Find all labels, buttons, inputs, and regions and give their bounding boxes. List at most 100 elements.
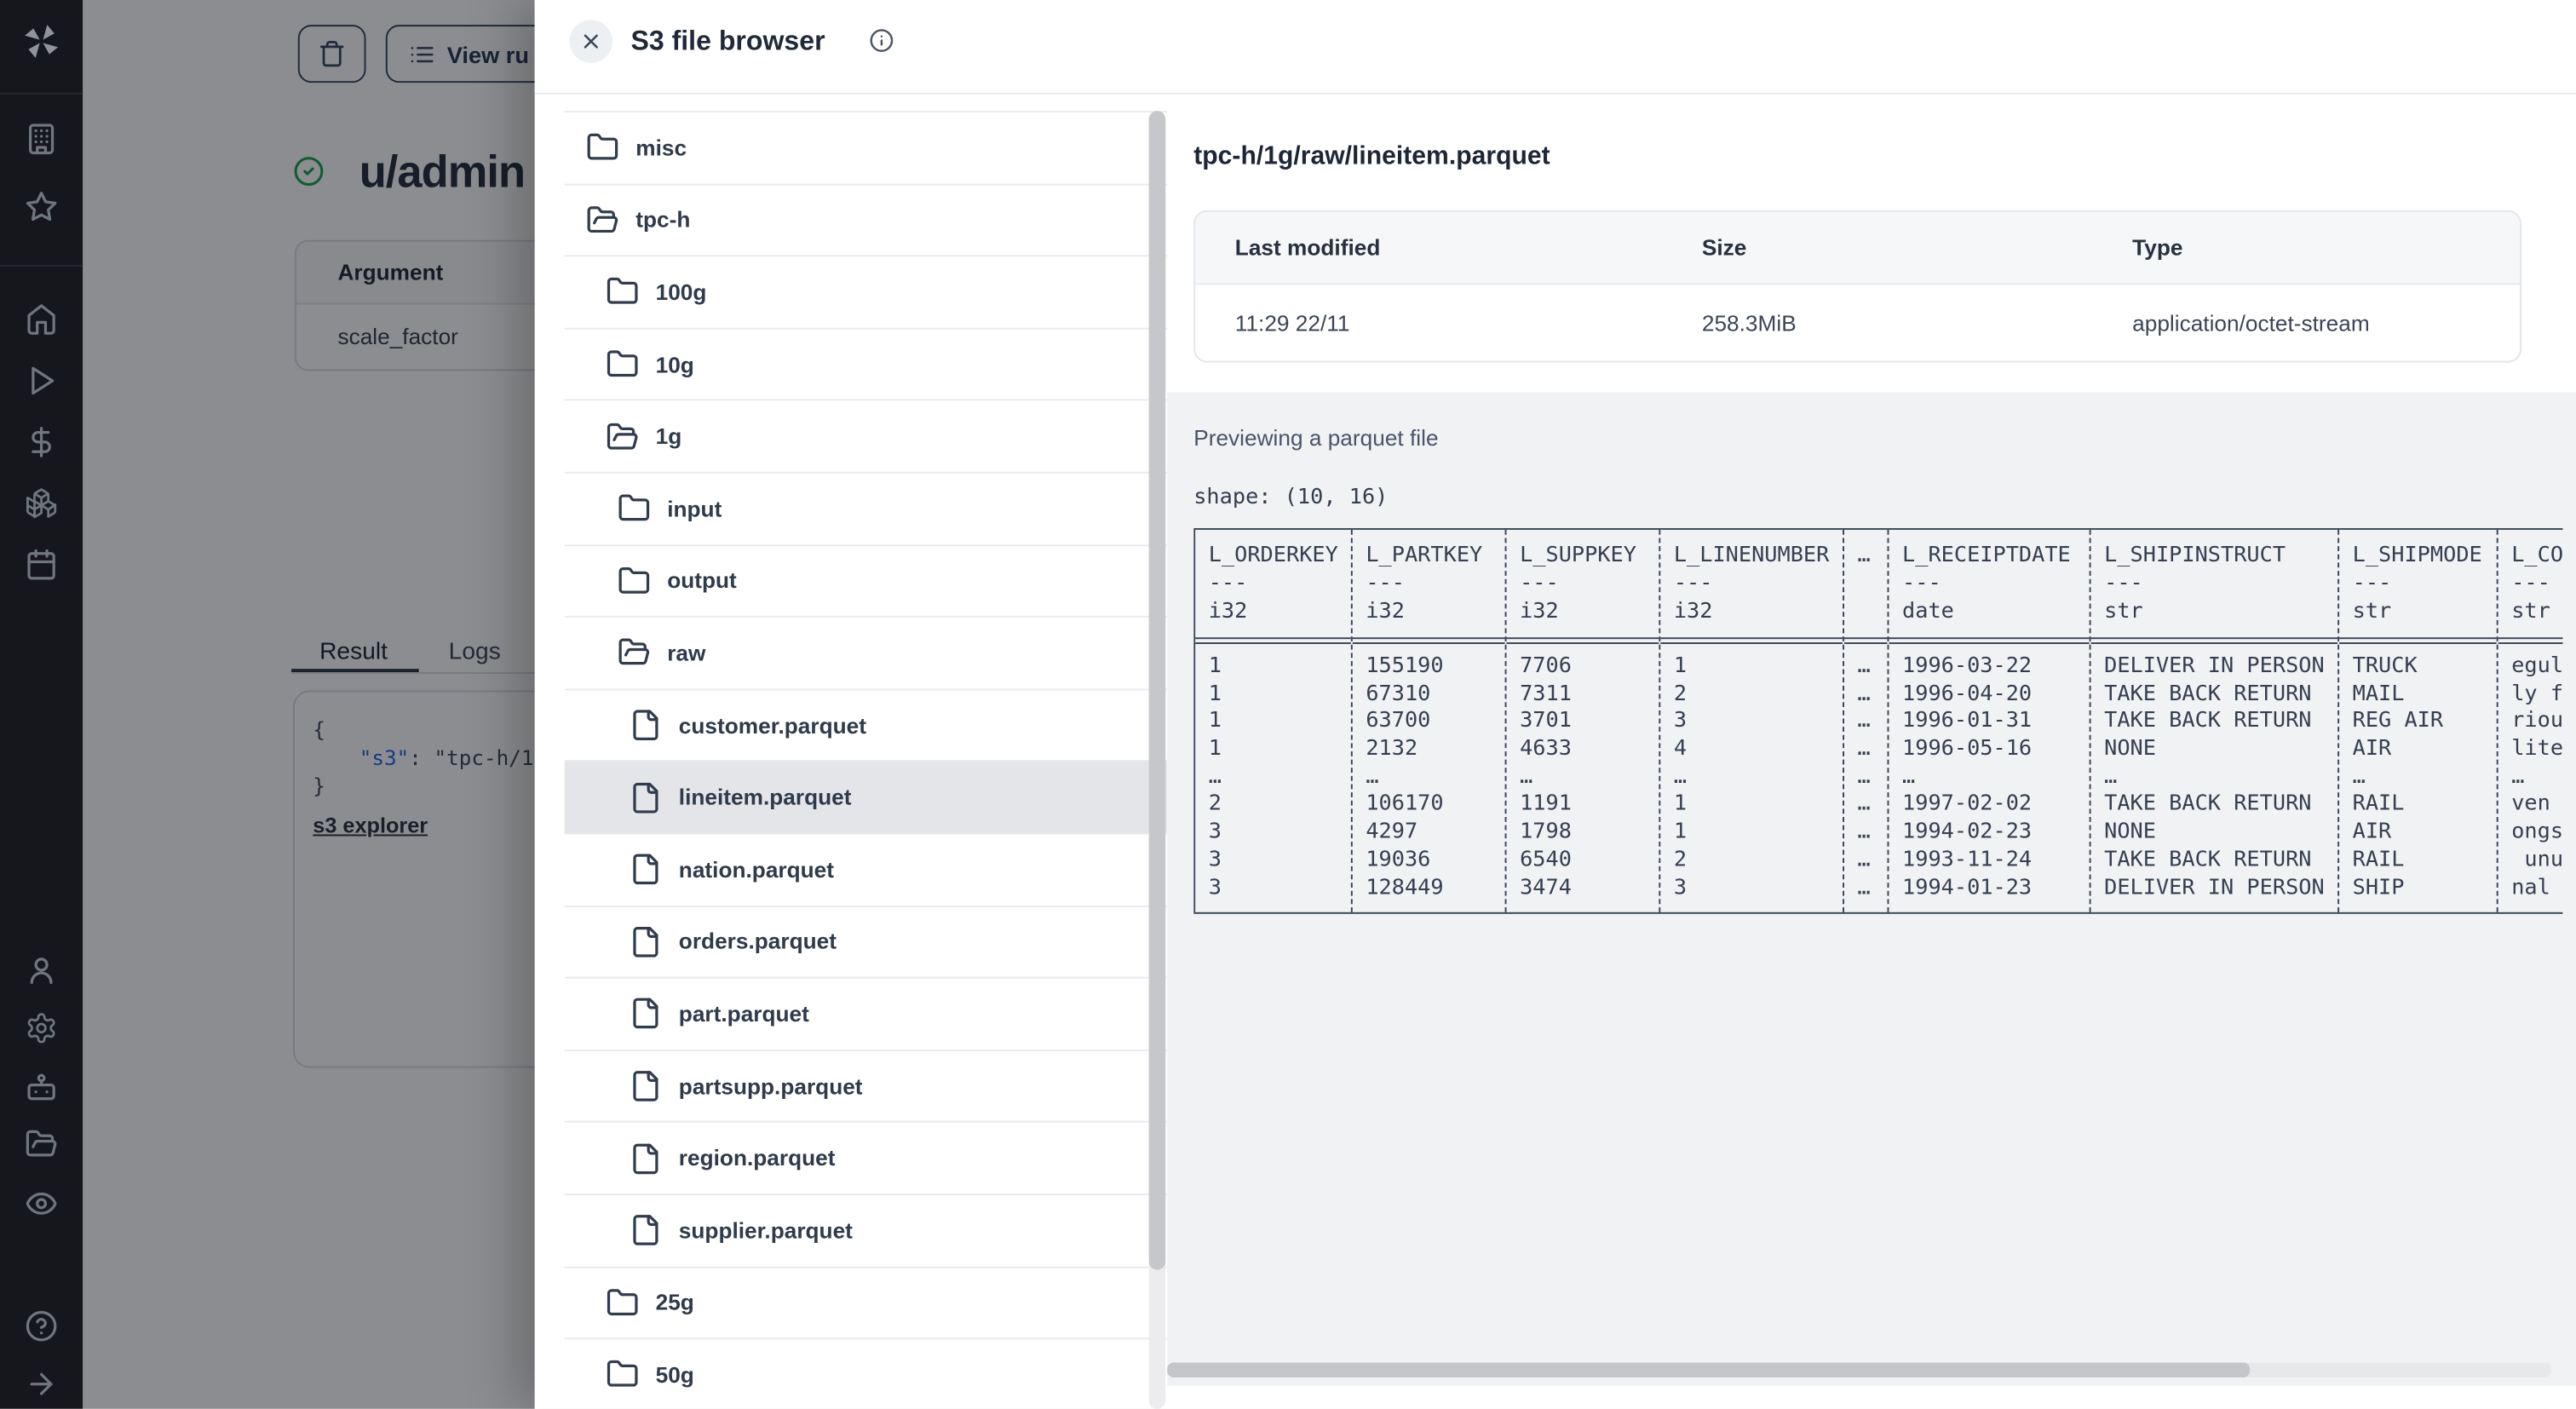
tree-item-tpc-h[interactable]: tpc-h — [564, 185, 1168, 257]
boxes-icon[interactable] — [25, 486, 58, 520]
windmill-logo-icon[interactable] — [21, 21, 61, 61]
help-icon[interactable] — [25, 1309, 58, 1343]
tree-item-50g[interactable]: 50g — [565, 1339, 1167, 1408]
folder-open-icon[interactable] — [25, 1127, 58, 1160]
play-icon[interactable] — [25, 365, 58, 398]
tree-item-10g[interactable]: 10g — [564, 329, 1168, 402]
meta-value-0: 11:29 22/11 — [1234, 310, 1350, 336]
tree-item-label: nation.parquet — [678, 857, 835, 883]
folder-icon — [606, 348, 639, 381]
tree-item-region.parquet[interactable]: region.parquet — [564, 1123, 1168, 1195]
df-cell: … — [1857, 709, 1871, 734]
tree-item-output[interactable]: output — [564, 545, 1168, 618]
df-cell: 4297 — [1366, 820, 1418, 845]
df-column-dtype: str — [2511, 599, 2550, 624]
tree-item-label: supplier.parquet — [678, 1217, 853, 1243]
df-cell: DELIVER IN PERSON — [2104, 653, 2325, 679]
df-cell: unu — [2511, 847, 2563, 872]
df-cell: 1 — [1208, 681, 1222, 707]
tree-item-supplier.parquet[interactable]: supplier.parquet — [564, 1195, 1168, 1268]
df-cell: TRUCK — [2352, 653, 2418, 679]
eye-icon[interactable] — [25, 1187, 58, 1220]
df-type-separator: --- — [1208, 571, 1248, 596]
df-column-L_SUPPKEY: L_SUPPKEY --- i32 7706 7311 3701 4633… 1191 1798… — [1504, 529, 1659, 913]
df-cell: … — [1857, 791, 1871, 817]
meta-header-row: Last modified Size Type — [1195, 211, 2520, 285]
df-column-name: L_PARTKEY — [1366, 543, 1483, 568]
df-cell: 3 — [1208, 875, 1222, 900]
tree-item-1g[interactable]: 1g — [564, 401, 1168, 474]
preview-panel: tpc-h/1g/raw/lineitem.parquet Last modif… — [1167, 94, 2576, 1409]
tree-item-nation.parquet[interactable]: nation.parquet — [564, 834, 1168, 907]
file-meta-table: Last modified Size Type 11:29 22/11 258.3Mi… — [1193, 210, 2521, 363]
df-cell: NONE — [2104, 820, 2156, 845]
meta-value-1: 258.3MiB — [1701, 310, 1797, 336]
df-column-name: L_ORDERKEY — [1208, 543, 1338, 568]
home-icon[interactable] — [25, 303, 58, 336]
df-column-dtype: i32 — [1208, 599, 1248, 624]
tree-item-misc[interactable]: misc — [564, 112, 1168, 185]
df-type-separator: --- — [2511, 571, 2550, 596]
df-cell: 3 — [1673, 709, 1688, 734]
df-cell: 1996-03-22 — [1902, 653, 2033, 679]
tree-item-label: partsupp.parquet — [678, 1073, 863, 1099]
df-cell: 1996-01-31 — [1902, 709, 2033, 734]
df-cell: 2 — [1673, 681, 1688, 707]
settings-icon[interactable] — [25, 1011, 58, 1044]
star-icon[interactable] — [25, 190, 58, 223]
tree-item-100g[interactable]: 100g — [564, 257, 1168, 330]
tree-scrollbar[interactable] — [1148, 111, 1166, 1409]
tree-scrollbar-thumb[interactable] — [1148, 111, 1166, 1270]
tree-item-input[interactable]: input — [564, 474, 1168, 546]
df-cell: NONE — [2104, 736, 2156, 762]
df-column-name: L_SHIPMODE — [2352, 543, 2482, 568]
df-column-name: … — [1857, 543, 1871, 568]
preview-horizontal-scrollbar[interactable] — [1167, 1362, 2551, 1377]
df-cell: … — [1857, 681, 1871, 707]
df-cell: SHIP — [2352, 875, 2405, 900]
tree-item-label: region.parquet — [678, 1146, 836, 1171]
df-cell: 3701 — [1520, 709, 1572, 734]
sidebar-divider — [0, 92, 83, 95]
tree-item-partsupp.parquet[interactable]: partsupp.parquet — [564, 1051, 1168, 1124]
df-column-L_PARTKEY: L_PARTKEY --- i32 155190 67310 63700 2132… 1061… — [1350, 529, 1505, 913]
meta-header-1: Size — [1701, 234, 1747, 261]
tree-item-raw[interactable]: raw — [564, 618, 1168, 690]
bot-icon[interactable] — [25, 1071, 58, 1104]
df-cell: 1 — [1673, 653, 1688, 679]
df-cell: DELIVER IN PERSON — [2104, 875, 2325, 900]
df-cell: riou — [2511, 709, 2563, 734]
calendar-icon[interactable] — [25, 548, 58, 581]
df-cell: 1996-05-16 — [1902, 736, 2033, 762]
df-cell: 1 — [1208, 653, 1222, 679]
folder-icon — [606, 276, 639, 309]
preview-scrollbar-thumb[interactable] — [1167, 1362, 2251, 1377]
tree-item-orders.parquet[interactable]: orders.parquet — [564, 906, 1168, 979]
dollar-icon[interactable] — [25, 425, 58, 458]
df-cell: 1 — [1208, 709, 1222, 734]
info-icon[interactable] — [869, 28, 894, 53]
df-cell: 1996-04-20 — [1902, 681, 2033, 707]
file-icon — [630, 709, 663, 742]
df-cell: … — [1857, 653, 1871, 679]
file-icon — [630, 925, 663, 958]
df-cell: nal — [2511, 875, 2550, 900]
close-button[interactable] — [569, 20, 613, 63]
df-cell: 1997-02-02 — [1902, 791, 2033, 817]
tree-item-part.parquet[interactable]: part.parquet — [564, 979, 1168, 1051]
user-icon[interactable] — [25, 953, 58, 986]
df-column-name: L_SHIPINSTRUCT — [2104, 543, 2286, 568]
df-cell: 1994-02-23 — [1902, 820, 2033, 845]
tree-item-label: tpc-h — [635, 207, 691, 233]
tree-item-25g[interactable]: 25g — [564, 1268, 1168, 1340]
df-column-ellipsis: ………………………… — [1843, 529, 1888, 913]
df-cell: REG AIR — [2352, 709, 2444, 734]
arrow-right-icon[interactable] — [25, 1367, 58, 1400]
building-icon[interactable] — [25, 123, 58, 156]
tree-item-label: part.parquet — [678, 1001, 809, 1027]
modal-title: S3 file browser — [630, 26, 825, 57]
tree-item-customer.parquet[interactable]: customer.parquet — [564, 690, 1168, 762]
tree-item-label: 100g — [655, 279, 707, 305]
df-cell: … — [1673, 764, 1688, 790]
tree-item-lineitem.parquet[interactable]: lineitem.parquet — [564, 762, 1168, 835]
